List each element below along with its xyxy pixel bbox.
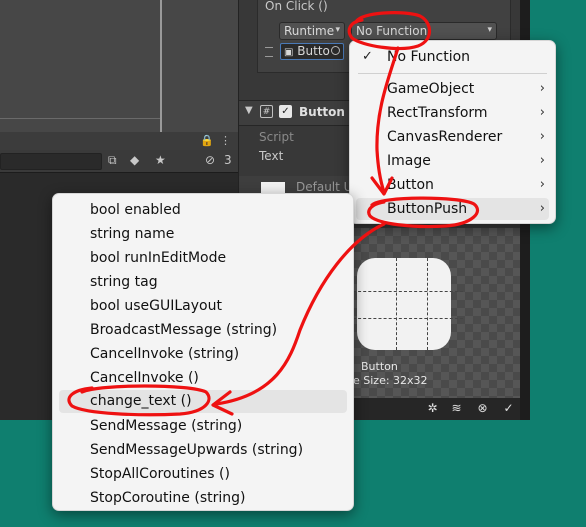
status-check-icon[interactable]: ✓ [501,401,516,416]
function-dropdown-label: No Function [356,24,428,38]
menu-item-label: No Function [387,49,471,65]
submenu-item[interactable]: bool enabled [53,199,353,221]
submenu-item-label: SendMessageUpwards (string) [90,442,304,458]
menu-item-label: ButtonPush [387,201,468,217]
menu-item-buttonpush[interactable]: ButtonPush › [356,198,549,220]
object-picker-icon[interactable] [331,46,340,55]
menu-item-label: Button [387,177,434,193]
scene-view[interactable] [0,0,238,132]
cube-icon: ▣ [284,47,294,58]
script-icon: # [260,105,273,118]
submenu-item-label: CancelInvoke (string) [90,346,240,362]
chevron-right-icon: › [539,129,545,144]
menu-divider [358,73,547,74]
scene-gizmo-line [160,0,162,132]
submenu-item[interactable]: CancelInvoke (string) [53,343,353,365]
runtime-dropdown[interactable]: Runtime ▾ [279,22,345,40]
component-enabled-checkbox[interactable]: ✓ [279,105,292,118]
script-label: Script [259,130,294,144]
scene-toolbar: 🔒 ⋮ [0,132,238,151]
submenu-item-label: BroadcastMessage (string) [90,322,278,338]
sprite-size: e Size: 32x32 [353,374,428,387]
debug-bug-icon[interactable]: ✲ [425,401,440,416]
drag-handle-icon[interactable] [265,47,273,57]
chevron-right-icon: › [539,81,545,96]
submenu-item-change-text[interactable]: change_text () [59,390,347,413]
search-by-type-icon[interactable]: ⧉ [108,153,117,168]
runtime-dropdown-label: Runtime [284,24,335,38]
project-toolbar: ⧉ ◆ ★ ⊘ 3 [0,150,238,173]
menu-item-label: CanvasRenderer [387,129,503,145]
sprite-name: Button [361,360,398,373]
menu-item-gameobject[interactable]: GameObject › [350,78,555,100]
lock-icon[interactable]: 🔒 [200,134,214,147]
sprite-preview: Button e Size: 32x32 [353,228,521,398]
buttonpush-submenu: bool enabled string name bool runInEditM… [52,193,354,511]
tag-icon[interactable]: ◆ [130,153,139,167]
menu-item-canvasrenderer[interactable]: CanvasRenderer › [350,126,555,148]
foldout-arrow-icon[interactable]: ▼ [245,105,253,116]
menu-item-button[interactable]: Button › [350,174,555,196]
submenu-item-label: bool runInEditMode [90,250,227,266]
chevron-right-icon: › [539,105,545,120]
submenu-item-label: StopCoroutine (string) [90,490,246,506]
submenu-item[interactable]: StopCoroutine (string) [53,487,353,509]
submenu-item[interactable]: SendMessageUpwards (string) [53,439,353,461]
slice-guide [353,318,463,319]
chevron-down-icon: ▾ [487,25,492,35]
submenu-item[interactable]: StopAllCoroutines () [53,463,353,485]
menu-item-label: RectTransform [387,105,488,121]
target-object-label: Butto [297,44,330,58]
chevron-right-icon: › [539,153,545,168]
menu-item-recttransform[interactable]: RectTransform › [350,102,555,124]
submenu-item-label: bool useGUILayout [90,298,222,314]
onclick-label: On Click () [265,0,328,13]
submenu-item-label: StopAllCoroutines () [90,466,230,482]
checkmark-icon: ✓ [362,49,373,64]
submenu-item-label: string tag [90,274,158,290]
button-sprite-image [357,258,451,350]
hidden-packages-icon[interactable]: ⊘ [205,153,215,167]
function-menu: ✓ No Function GameObject › RectTransform… [349,40,556,224]
chevron-right-icon: › [539,201,545,216]
submenu-item-label: change_text () [90,393,192,409]
submenu-item[interactable]: BroadcastMessage (string) [53,319,353,341]
default-material-label: Default U [296,180,353,194]
submenu-item[interactable]: CancelInvoke () [53,367,353,389]
project-search-input[interactable] [0,153,102,170]
text-label: Text [259,149,284,163]
menu-item-image[interactable]: Image › [350,150,555,172]
submenu-item[interactable]: SendMessage (string) [53,415,353,437]
submenu-item-label: bool enabled [90,202,181,218]
favorite-star-icon[interactable]: ★ [155,153,166,167]
more-options-icon[interactable]: ⋮ [220,134,231,147]
submenu-item[interactable]: bool runInEditMode [53,247,353,269]
target-object-field[interactable]: ▣ Butto [280,43,344,60]
slice-guide [396,258,397,350]
menu-item-label: Image [387,153,431,169]
function-dropdown[interactable]: No Function ▾ [351,22,497,40]
submenu-item-label: SendMessage (string) [90,418,243,434]
layers-icon[interactable]: ≋ [449,401,464,416]
submenu-item-label: string name [90,226,175,242]
visibility-icon[interactable]: ⊗ [475,401,490,416]
menu-item-label: GameObject [387,81,475,97]
hidden-count: 3 [224,153,232,167]
chevron-right-icon: › [539,177,545,192]
submenu-item[interactable]: bool useGUILayout [53,295,353,317]
slice-guide [353,291,463,292]
submenu-item[interactable]: string tag [53,271,353,293]
submenu-item-label: CancelInvoke () [90,370,199,386]
slice-guide [427,258,428,350]
scene-grid-line [0,118,160,119]
menu-item-no-function[interactable]: ✓ No Function [350,46,555,68]
submenu-item[interactable]: string name [53,223,353,245]
chevron-down-icon: ▾ [335,25,340,35]
